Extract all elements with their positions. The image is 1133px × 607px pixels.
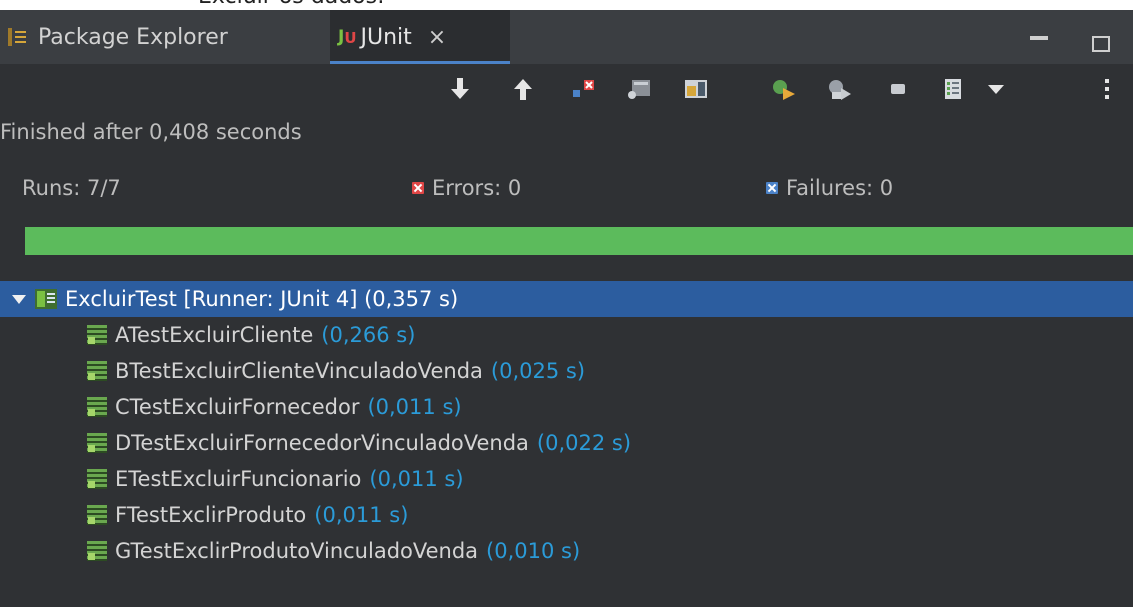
test-case-time: (0,010 s) (486, 539, 581, 563)
clipped-document-text: Excluir os dados: (0, 0, 1133, 10)
test-suite-label: ExcluirTest [Runner: JUnit 4] (0,357 s) (65, 287, 459, 311)
test-case-name: ATestExcluirCliente (115, 323, 314, 347)
previous-failure-icon[interactable] (510, 76, 536, 102)
junit-toolbar (0, 64, 1133, 116)
clipped-text: Excluir os dados: (198, 0, 385, 9)
close-icon[interactable]: × (428, 25, 446, 50)
test-passed-icon (87, 541, 107, 561)
test-passed-icon (87, 325, 107, 345)
runs-label: Runs: 7/7 (22, 176, 121, 200)
tab-junit-label: JUnit (360, 24, 412, 50)
maximize-icon[interactable] (1092, 36, 1110, 52)
test-case-name: BTestExcluirClienteVinculadoVenda (115, 359, 483, 383)
tab-package-explorer[interactable]: Package Explorer (8, 10, 228, 64)
test-suite-icon (35, 289, 57, 309)
test-passed-icon (87, 433, 107, 453)
test-passed-icon (87, 469, 107, 489)
test-case-time: (0,022 s) (536, 431, 632, 455)
test-run-history-icon[interactable] (940, 76, 966, 102)
next-failure-icon[interactable] (447, 76, 473, 102)
view-menu-icon[interactable] (983, 76, 1009, 102)
expand-triangle-icon[interactable] (12, 294, 26, 304)
junit-icon: JU (338, 27, 357, 47)
test-case-row[interactable]: ETestExcluirFuncionario (0,011 s) (0, 461, 1133, 497)
test-case-row[interactable]: BTestExcluirClienteVinculadoVenda (0,025… (0, 353, 1133, 389)
failures-label: Failures: 0 (786, 176, 894, 200)
tab-package-explorer-label: Package Explorer (38, 24, 228, 50)
test-case-name: DTestExcluirFornecedorVinculadoVenda (115, 431, 529, 455)
test-case-time: (0,011 s) (367, 395, 462, 419)
tab-junit[interactable]: JU JUnit × (330, 10, 510, 64)
test-suite-row[interactable]: ExcluirTest [Runner: JUnit 4] (0,357 s) (0, 281, 1133, 317)
test-case-row[interactable]: CTestExcluirFornecedor (0,011 s) (0, 389, 1133, 425)
scroll-lock-icon[interactable] (626, 76, 652, 102)
test-case-name: ETestExcluirFuncionario (115, 467, 362, 491)
test-case-time: (0,025 s) (490, 359, 586, 383)
test-case-time: (0,011 s) (314, 503, 409, 527)
test-case-row[interactable]: ATestExcluirCliente (0,266 s) (0, 317, 1133, 353)
test-case-name: GTestExclirProdutoVinculadoVenda (115, 539, 479, 563)
test-case-row[interactable]: FTestExclirProduto (0,011 s) (0, 497, 1133, 533)
test-case-row[interactable]: DTestExcluirFornecedorVinculadoVenda (0,… (0, 425, 1133, 461)
test-passed-icon (87, 361, 107, 381)
test-results-tree: ExcluirTest [Runner: JUnit 4] (0,357 s) … (0, 281, 1133, 569)
test-passed-icon (87, 397, 107, 417)
errors-label: Errors: 0 (432, 176, 522, 200)
stop-icon[interactable] (885, 76, 911, 102)
test-passed-icon (87, 505, 107, 525)
show-skipped-icon[interactable] (683, 76, 709, 102)
errors-counter: Errors: 0 (412, 176, 521, 200)
failures-counter: Failures: 0 (766, 176, 893, 200)
minimize-icon[interactable] (1030, 36, 1048, 40)
show-failures-only-icon[interactable] (570, 76, 596, 102)
error-icon (412, 182, 424, 194)
rerun-icon[interactable] (770, 76, 796, 102)
test-case-name: FTestExclirProduto (115, 503, 307, 527)
rerun-failed-first-icon[interactable] (826, 76, 852, 102)
runs-counter: Runs: 7/7 (22, 176, 121, 200)
test-case-name: CTestExcluirFornecedor (115, 395, 360, 419)
package-explorer-icon (8, 28, 26, 46)
view-tab-bar: Package Explorer JU JUnit × (0, 10, 1133, 64)
finished-status: Finished after 0,408 seconds (0, 120, 302, 144)
test-case-time: (0,011 s) (369, 467, 464, 491)
test-case-row[interactable]: GTestExclirProdutoVinculadoVenda (0,010 … (0, 533, 1133, 569)
more-options-icon[interactable] (1094, 76, 1120, 102)
failure-icon (766, 182, 778, 194)
test-case-time: (0,266 s) (321, 323, 416, 347)
test-progress-bar (25, 227, 1133, 255)
